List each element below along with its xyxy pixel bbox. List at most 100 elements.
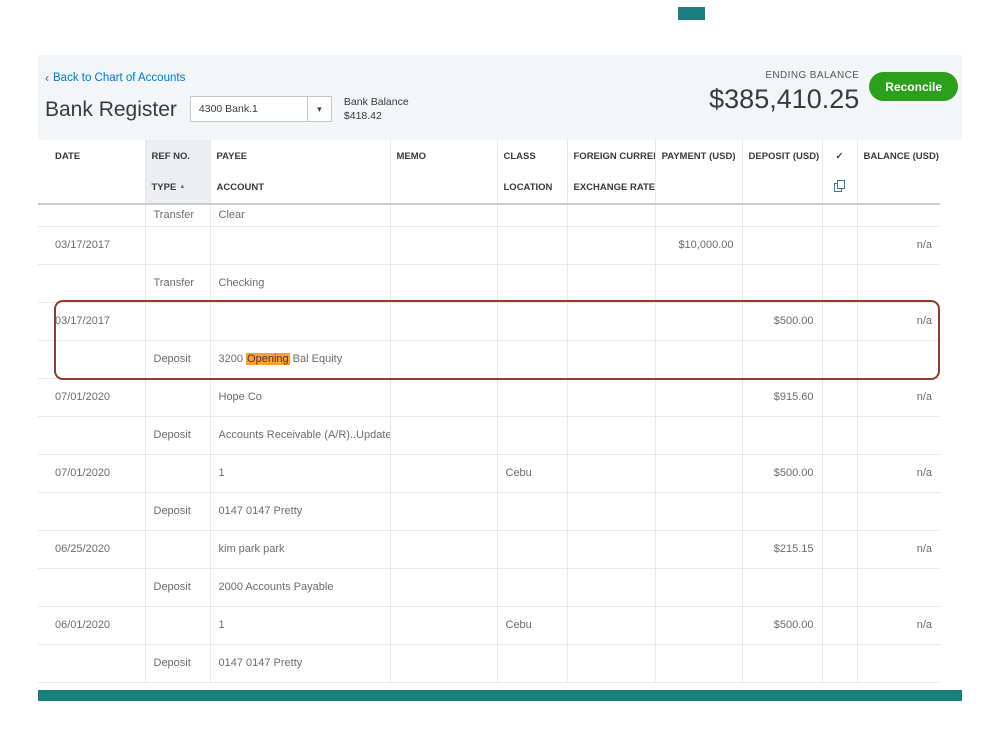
cell-fc[interactable]	[567, 454, 655, 492]
register-row-line2[interactable]: Deposit2000 Accounts Payable	[38, 568, 940, 606]
cell-empty[interactable]	[857, 492, 940, 530]
cell-ref[interactable]	[145, 378, 210, 416]
cell-empty[interactable]	[742, 204, 822, 226]
col-header-payment[interactable]: PAYMENT (USD)	[655, 140, 742, 172]
register-row-line1[interactable]: 03/17/2017$10,000.00n/a	[38, 226, 940, 264]
cell-empty[interactable]	[742, 416, 822, 454]
cell-memo[interactable]	[390, 378, 497, 416]
cell-empty[interactable]	[655, 492, 742, 530]
cell-empty[interactable]	[567, 416, 655, 454]
cell-empty[interactable]	[742, 340, 822, 378]
cell-empty[interactable]	[655, 644, 742, 682]
col-header-deposit[interactable]: DEPOSIT (USD)	[742, 140, 822, 172]
cell-empty[interactable]	[742, 492, 822, 530]
register-row-line2[interactable]: TransferChecking	[38, 264, 940, 302]
cell-type[interactable]: Transfer	[145, 204, 210, 226]
cell-empty[interactable]	[655, 416, 742, 454]
register-row-line2[interactable]: Deposit0147 0147 Pretty	[38, 492, 940, 530]
register-row-line1[interactable]: 06/25/2020kim park park$215.15n/a	[38, 530, 940, 568]
cell-fc[interactable]	[567, 302, 655, 340]
col-header-memo[interactable]: MEMO	[390, 140, 497, 172]
cell-empty[interactable]	[655, 568, 742, 606]
cell-empty[interactable]	[567, 568, 655, 606]
cell-check[interactable]	[822, 454, 857, 492]
cell-account[interactable]: 0147 0147 Pretty	[210, 644, 390, 682]
cell-empty[interactable]	[567, 644, 655, 682]
cell-account[interactable]: 0147 0147 Pretty	[210, 492, 390, 530]
col-header-balance[interactable]: BALANCE (USD)	[857, 140, 940, 172]
cell-balance[interactable]: n/a	[857, 378, 940, 416]
cell-empty[interactable]	[857, 264, 940, 302]
cell-check[interactable]	[822, 378, 857, 416]
cell-type[interactable]: Deposit	[145, 492, 210, 530]
copy-icon[interactable]	[834, 180, 845, 192]
col-header-class[interactable]: CLASS	[497, 140, 567, 172]
cell-payment[interactable]	[655, 606, 742, 644]
account-selector-dropdown[interactable]: 4300 Bank.1 ▾	[190, 96, 332, 122]
cell-account[interactable]: Checking	[210, 264, 390, 302]
cell-balance[interactable]: n/a	[857, 606, 940, 644]
cell-type[interactable]: Deposit	[145, 568, 210, 606]
cell-empty[interactable]	[567, 492, 655, 530]
cell-payee[interactable]: Hope Co	[210, 378, 390, 416]
cell-type[interactable]: Transfer	[145, 264, 210, 302]
cell-balance[interactable]: n/a	[857, 226, 940, 264]
cell-ref[interactable]	[145, 530, 210, 568]
cell-deposit[interactable]: $915.60	[742, 378, 822, 416]
cell-ref[interactable]	[145, 302, 210, 340]
cell-ref[interactable]	[145, 226, 210, 264]
cell-ref[interactable]	[145, 606, 210, 644]
col-header-exchange-rate[interactable]: EXCHANGE RATE	[567, 172, 655, 204]
col-header-type[interactable]: TYPE▲	[145, 172, 210, 204]
cell-date[interactable]: 06/01/2020	[38, 606, 145, 644]
cell-payee[interactable]	[210, 302, 390, 340]
cell-class[interactable]	[497, 378, 567, 416]
cell-empty[interactable]	[38, 416, 145, 454]
cell-check[interactable]	[822, 530, 857, 568]
cell-deposit[interactable]: $500.00	[742, 454, 822, 492]
cell-empty[interactable]	[822, 340, 857, 378]
register-row-line2[interactable]: TransferClear	[38, 204, 940, 226]
cell-payment[interactable]	[655, 378, 742, 416]
cell-empty[interactable]	[390, 568, 497, 606]
cell-empty[interactable]	[390, 492, 497, 530]
cell-deposit[interactable]: $215.15	[742, 530, 822, 568]
cell-class[interactable]	[497, 226, 567, 264]
cell-check[interactable]	[822, 302, 857, 340]
cell-payee[interactable]: 1	[210, 606, 390, 644]
cell-empty[interactable]	[38, 264, 145, 302]
cell-empty[interactable]	[857, 204, 940, 226]
cell-date[interactable]: 07/01/2020	[38, 378, 145, 416]
cell-empty[interactable]	[38, 204, 145, 226]
register-row-line1[interactable]: 07/01/20201Cebu$500.00n/a	[38, 454, 940, 492]
cell-date[interactable]: 03/17/2017	[38, 226, 145, 264]
cell-empty[interactable]	[38, 492, 145, 530]
register-row-line1[interactable]: 03/17/2017$500.00n/a	[38, 302, 940, 340]
cell-empty[interactable]	[822, 644, 857, 682]
cell-check[interactable]	[822, 226, 857, 264]
cell-empty[interactable]	[497, 204, 567, 226]
cell-empty[interactable]	[822, 204, 857, 226]
cell-type[interactable]: Deposit	[145, 416, 210, 454]
cell-memo[interactable]	[390, 606, 497, 644]
cell-empty[interactable]	[390, 204, 497, 226]
chevron-down-icon[interactable]: ▾	[307, 97, 331, 121]
cell-empty[interactable]	[857, 568, 940, 606]
col-header-foreign-currency[interactable]: FOREIGN CURRENCY	[567, 140, 655, 172]
cell-deposit[interactable]: $500.00	[742, 606, 822, 644]
col-header-location[interactable]: LOCATION	[497, 172, 567, 204]
register-row-line2[interactable]: Deposit0147 0147 Pretty	[38, 644, 940, 682]
cell-empty[interactable]	[822, 264, 857, 302]
register-row-line2[interactable]: DepositAccounts Receivable (A/R)..Update…	[38, 416, 940, 454]
reconcile-button[interactable]: Reconcile	[869, 72, 958, 101]
register-row-line2[interactable]: Deposit3200 Opening Bal Equity	[38, 340, 940, 378]
cell-empty[interactable]	[857, 416, 940, 454]
cell-empty[interactable]	[655, 204, 742, 226]
cell-empty[interactable]	[497, 644, 567, 682]
cell-empty[interactable]	[38, 340, 145, 378]
cell-empty[interactable]	[38, 568, 145, 606]
cell-empty[interactable]	[567, 264, 655, 302]
cell-fc[interactable]	[567, 606, 655, 644]
cell-class[interactable]: Cebu	[497, 454, 567, 492]
cell-empty[interactable]	[655, 340, 742, 378]
